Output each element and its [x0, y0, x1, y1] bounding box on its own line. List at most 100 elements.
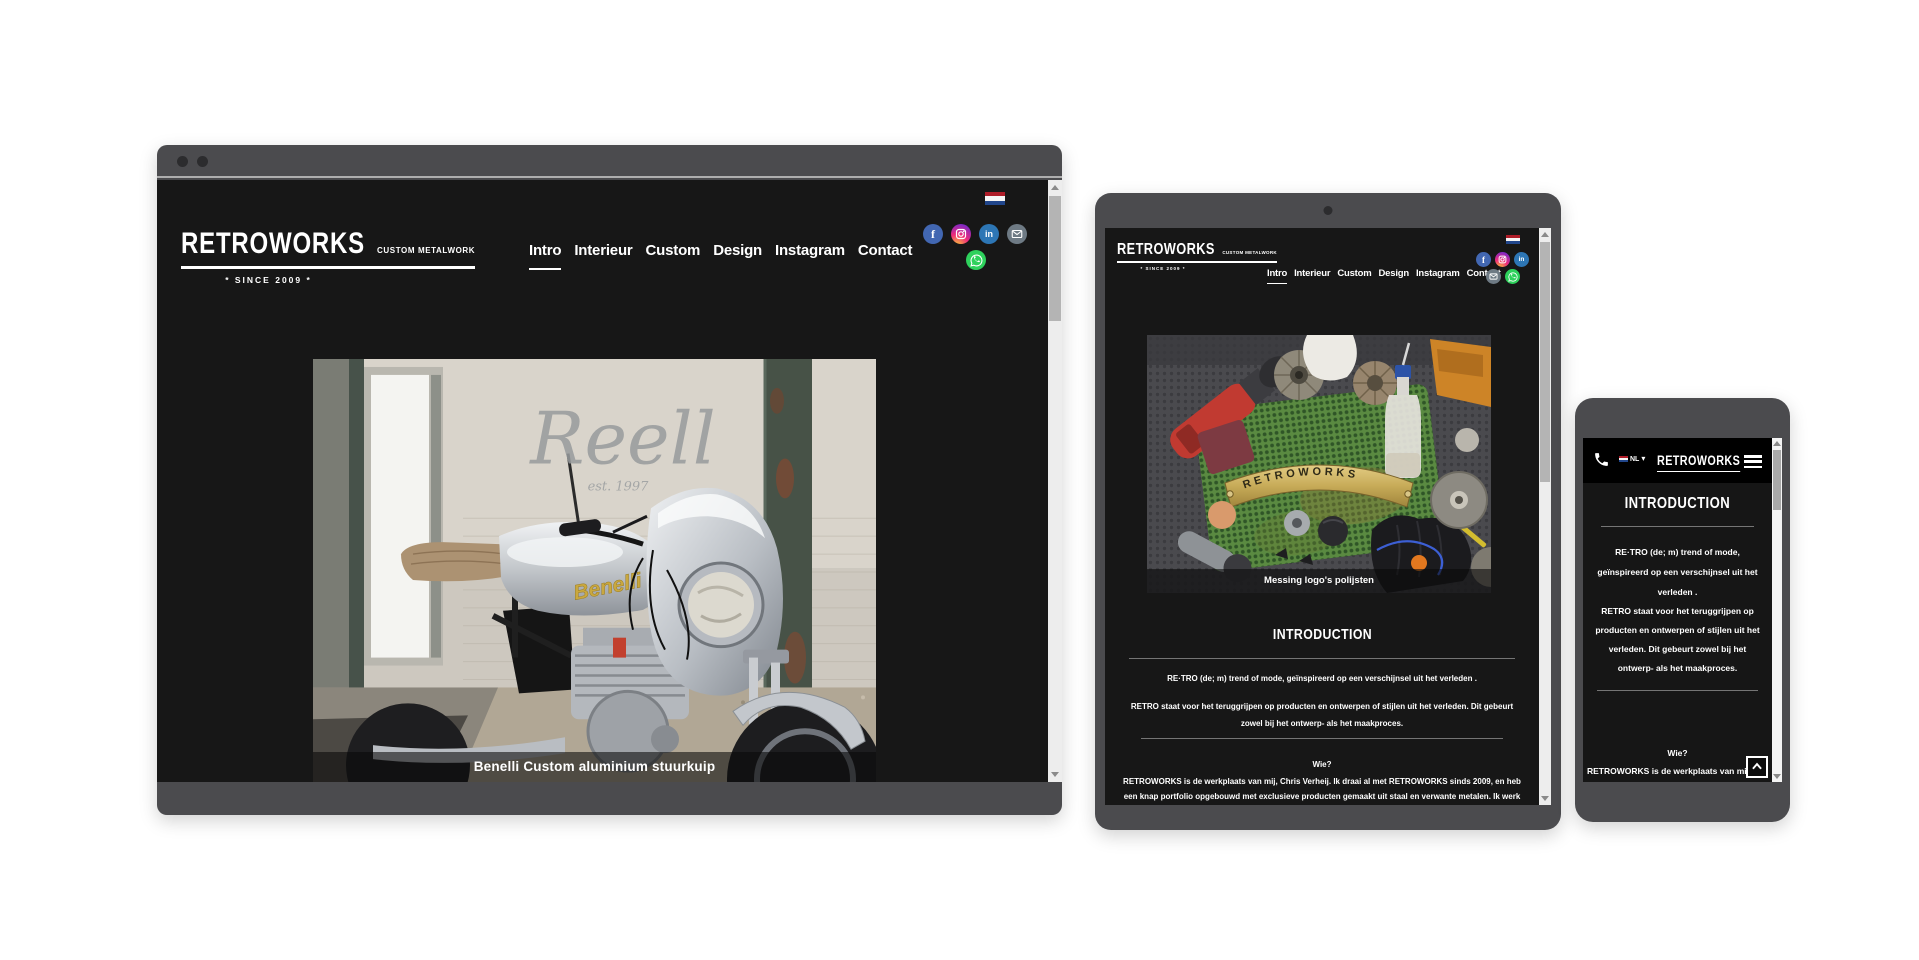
window-dot-icon [197, 156, 208, 167]
scrollbar-thumb[interactable] [1049, 196, 1061, 321]
nav-item-custom[interactable]: Custom [646, 242, 701, 259]
instagram-icon[interactable] [951, 224, 971, 244]
chevron-down-icon: ▾ [1641, 455, 1645, 463]
divider [1129, 658, 1515, 659]
browser-viewport: RETROWORKS CUSTOM METALWORK * SINCE 2009… [157, 180, 1062, 782]
scrollbar-down-icon[interactable] [1051, 772, 1059, 777]
language-code: NL [1630, 456, 1639, 463]
main-nav: Intro Interieur Custom Design Instagram … [1267, 268, 1501, 284]
mobile-header: NL ▾ RETROWORKS [1583, 438, 1772, 483]
section-title-introduction: INTRODUCTION [1583, 495, 1772, 513]
scrollbar-up-icon[interactable] [1773, 441, 1781, 446]
envelope-glyph [1011, 228, 1023, 240]
nl-flag-icon[interactable] [1506, 235, 1520, 244]
site-logo[interactable]: RETROWORKS CUSTOM METALWORK * SINCE 2009… [1117, 242, 1277, 271]
retro-definition: RE·TRO (de; m) trend of mode, geïnspiree… [1595, 542, 1760, 602]
divider [1597, 690, 1758, 691]
email-icon[interactable] [1486, 269, 1501, 284]
nav-item-interieur[interactable]: Interieur [1294, 268, 1330, 279]
social-icons-row [1486, 269, 1520, 284]
linkedin-glyph: in [985, 229, 993, 239]
facebook-icon[interactable]: f [1476, 252, 1491, 267]
retro-paragraph: RETRO staat voor het teruggrijpen op pro… [1593, 602, 1762, 678]
logo-row: RETROWORKS CUSTOM METALWORK [1117, 242, 1277, 263]
browser-titlebar [157, 145, 1062, 178]
envelope-glyph [1489, 272, 1498, 281]
facebook-glyph: f [931, 227, 935, 242]
facebook-glyph: f [1482, 255, 1485, 265]
hero-image-workbench: RETROWORKS [1147, 335, 1491, 593]
nav-item-instagram[interactable]: Instagram [1416, 268, 1460, 279]
responsive-preview-canvas: RETROWORKS CUSTOM METALWORK * SINCE 2009… [0, 0, 1919, 960]
nav-item-intro[interactable]: Intro [1267, 268, 1287, 284]
site-logo[interactable]: RETROWORKS [1657, 452, 1748, 472]
window-dot-icon [177, 156, 188, 167]
benelli-motorcycle-illustration: Reell est. 1997 [313, 359, 876, 782]
instagram-camera-glyph [1498, 255, 1507, 264]
scrollbar-up-icon[interactable] [1541, 232, 1549, 237]
divider [1141, 738, 1503, 739]
scrollbar-thumb[interactable] [1540, 242, 1550, 482]
scrollbar[interactable] [1772, 438, 1782, 782]
instagram-camera-glyph [955, 228, 967, 240]
brand-tagline: CUSTOM METALWORK [377, 246, 475, 255]
chevron-up-icon [1750, 760, 1764, 774]
section-title-text: INTRODUCTION [1625, 495, 1730, 513]
tablet-screen: RETROWORKS CUSTOM METALWORK * SINCE 2009… [1105, 228, 1551, 805]
whatsapp-glyph [1508, 272, 1518, 282]
nav-item-instagram[interactable]: Instagram [775, 242, 845, 259]
phone-call-icon[interactable] [1593, 451, 1610, 468]
section-title-introduction: INTRODUCTION [1105, 626, 1539, 643]
logo-row: RETROWORKS CUSTOM METALWORK [181, 230, 475, 269]
scrollbar-down-icon[interactable] [1773, 774, 1781, 779]
scrollbar[interactable] [1539, 228, 1551, 805]
hamburger-menu-icon[interactable] [1744, 455, 1762, 468]
main-nav: Intro Interieur Custom Design Instagram … [529, 242, 912, 270]
workbench-tools-illustration: RETROWORKS [1147, 335, 1491, 593]
desktop-browser-mockup: RETROWORKS CUSTOM METALWORK * SINCE 2009… [157, 145, 1062, 815]
tablet-mockup: RETROWORKS CUSTOM METALWORK * SINCE 2009… [1095, 193, 1561, 830]
scroll-to-top-button[interactable] [1746, 756, 1768, 778]
nav-item-design[interactable]: Design [1379, 268, 1409, 279]
wall-graffiti-subtext: est. 1997 [588, 479, 650, 494]
who-title: Wie? [1105, 760, 1539, 769]
linkedin-icon[interactable]: in [1514, 252, 1529, 267]
scrollbar-up-icon[interactable] [1051, 185, 1059, 190]
divider [1601, 526, 1754, 527]
brand-name: RETROWORKS [1117, 242, 1215, 257]
scrollbar[interactable] [1048, 180, 1062, 782]
language-selector[interactable]: NL ▾ [1619, 455, 1645, 463]
linkedin-icon[interactable]: in [979, 224, 999, 244]
facebook-icon[interactable]: f [923, 224, 943, 244]
section-title-text: INTRODUCTION [1272, 626, 1371, 643]
brand-name: RETROWORKS [181, 230, 365, 259]
camera-dot-icon [1324, 206, 1333, 215]
who-title: Wie? [1583, 748, 1772, 758]
whatsapp-icon[interactable] [1505, 269, 1520, 284]
nav-item-custom[interactable]: Custom [1337, 268, 1371, 279]
nl-flag-icon[interactable] [985, 192, 1005, 205]
scrollbar-thumb[interactable] [1773, 450, 1781, 510]
whatsapp-icon[interactable] [966, 250, 986, 270]
hero-caption: Messing logo's polijsten [1147, 569, 1491, 593]
nav-item-intro[interactable]: Intro [529, 242, 561, 270]
tablet-page: RETROWORKS CUSTOM METALWORK * SINCE 2009… [1105, 228, 1539, 805]
brand-name: RETROWORKS [1657, 453, 1740, 472]
scrollbar-down-icon[interactable] [1541, 796, 1549, 801]
linkedin-glyph: in [1519, 256, 1525, 263]
hero-image-benelli: Reell est. 1997 [313, 359, 876, 782]
whatsapp-glyph [970, 254, 983, 267]
nav-item-design[interactable]: Design [713, 242, 762, 259]
social-icons-row: f in [923, 224, 1027, 244]
phone-mockup: NL ▾ RETROWORKS INTRODUCTION RE·TRO (de;… [1575, 398, 1790, 822]
instagram-icon[interactable] [1495, 252, 1510, 267]
nav-item-interieur[interactable]: Interieur [574, 242, 632, 259]
who-paragraph: RETROWORKS is de werkplaats van mij, Chr… [1117, 774, 1527, 805]
desktop-page: RETROWORKS CUSTOM METALWORK * SINCE 2009… [157, 180, 1048, 782]
social-icons-row: f in [1476, 252, 1529, 267]
nav-item-contact[interactable]: Contact [858, 242, 912, 259]
email-icon[interactable] [1007, 224, 1027, 244]
who-paragraph-truncated: RETROWORKS is de werkplaats van mij, Chr… [1587, 766, 1768, 776]
hero-caption: Benelli Custom aluminium stuurkuip [313, 752, 876, 782]
site-logo[interactable]: RETROWORKS CUSTOM METALWORK * SINCE 2009… [181, 230, 475, 285]
